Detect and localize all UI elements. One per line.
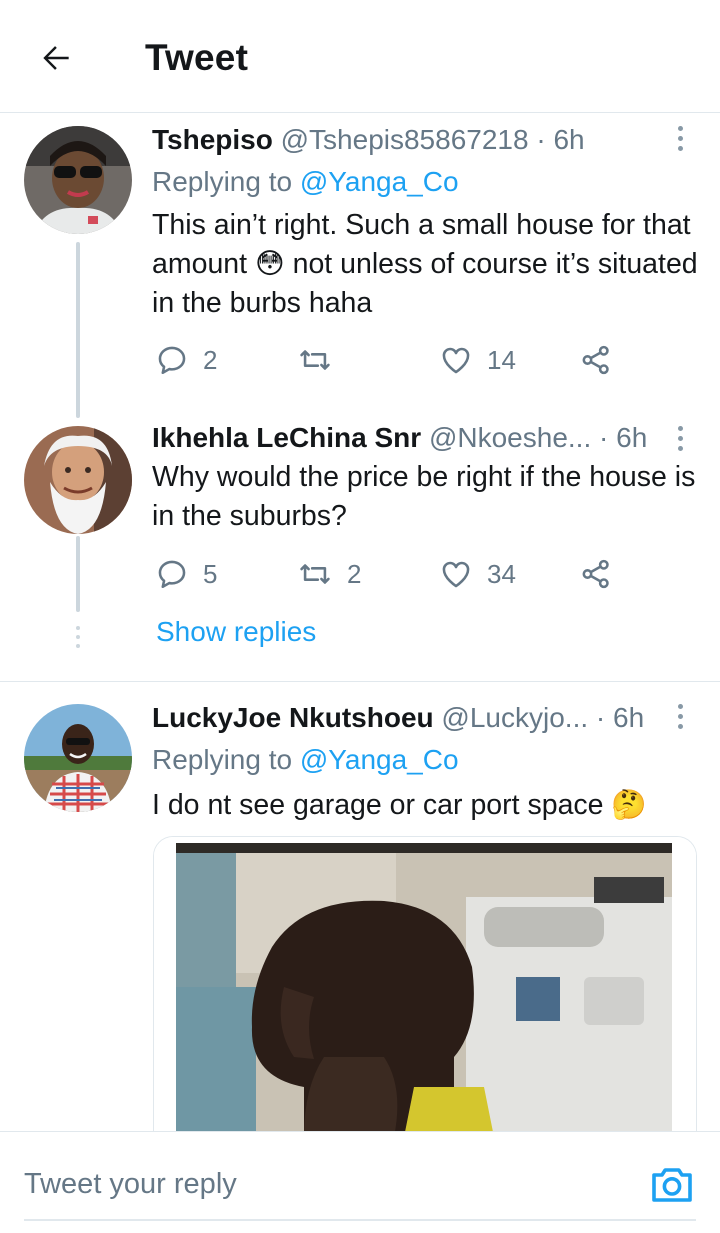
- user-handle[interactable]: @Tshepis85867218: [281, 124, 529, 155]
- like-button[interactable]: 14: [439, 340, 516, 380]
- thread-continuation-dots: [76, 626, 80, 648]
- timestamp: · 6h: [599, 422, 648, 453]
- tweet-text: This ain’t right. Such a small house for…: [152, 209, 698, 319]
- thread-line: [76, 242, 80, 418]
- reply-input[interactable]: Tweet your reply: [24, 1168, 237, 1201]
- tweet-header: Tshepiso @Tshepis85867218 · 6h: [152, 124, 585, 156]
- retweet-icon: [300, 350, 330, 370]
- avatar[interactable]: [24, 126, 132, 234]
- thread-line: [76, 536, 80, 612]
- like-count: 34: [487, 558, 516, 589]
- back-arrow-icon[interactable]: [34, 36, 78, 80]
- avatar[interactable]: [24, 426, 132, 534]
- display-name[interactable]: LuckyJoe Nkutshoeu: [152, 702, 434, 733]
- replying-label: Replying to: [152, 744, 293, 775]
- heart-icon: [442, 561, 470, 588]
- replying-to: Replying to @Yanga_Co: [152, 166, 459, 198]
- tweet-reply-2[interactable]: Ikhehla LeChina Snr @Nkoeshe... · 6h Why…: [0, 412, 720, 682]
- share-icon: [582, 559, 609, 589]
- avatar[interactable]: [24, 704, 132, 812]
- replying-label: Replying to: [152, 166, 293, 197]
- reply-icon: [158, 560, 186, 589]
- user-handle[interactable]: @Nkoeshe...: [429, 422, 591, 453]
- more-vertical-icon[interactable]: [666, 120, 694, 156]
- show-replies-link[interactable]: Show replies: [156, 616, 316, 648]
- heart-icon: [442, 347, 470, 374]
- top-bar: Tweet: [0, 0, 720, 113]
- reply-composer: Tweet your reply: [0, 1131, 720, 1233]
- share-icon: [582, 345, 609, 375]
- timestamp: · 6h: [595, 702, 645, 733]
- like-count: 14: [487, 344, 516, 375]
- tweet-header: LuckyJoe Nkutshoeu @Luckyjo... · 6h: [152, 702, 644, 734]
- replying-to: Replying to @Yanga_Co: [152, 744, 459, 776]
- camera-icon[interactable]: [648, 1160, 696, 1208]
- more-vertical-icon[interactable]: [666, 698, 694, 734]
- more-vertical-icon[interactable]: [666, 420, 694, 456]
- tweet-text: Why would the price be right if the hous…: [152, 461, 696, 532]
- tweet-header: Ikhehla LeChina Snr @Nkoeshe... · 6h: [152, 422, 647, 454]
- reply-count: 2: [203, 344, 218, 375]
- retweet-button[interactable]: [297, 340, 347, 380]
- retweet-button[interactable]: 2: [297, 554, 361, 594]
- reply-icon: [158, 346, 186, 375]
- share-button[interactable]: [579, 340, 613, 380]
- display-name[interactable]: Ikhehla LeChina Snr: [152, 422, 421, 453]
- display-name[interactable]: Tshepiso: [152, 124, 273, 155]
- tweet-media-image[interactable]: [153, 836, 697, 1137]
- tweet-actions: 5 2 34: [155, 554, 625, 594]
- reply-button[interactable]: 5: [155, 554, 217, 594]
- replying-handle-link[interactable]: @Yanga_Co: [300, 744, 459, 775]
- timestamp: · 6h: [536, 124, 585, 155]
- tweet-text: I do nt see garage or car port space 🤔: [152, 789, 647, 821]
- page-title: Tweet: [145, 37, 249, 78]
- tweet-reply-1[interactable]: Tshepiso @Tshepis85867218 · 6h Replying …: [0, 112, 720, 418]
- like-button[interactable]: 34: [439, 554, 516, 594]
- reply-button[interactable]: 2: [155, 340, 217, 380]
- composer-underline: [24, 1219, 696, 1221]
- retweet-count: 2: [347, 558, 362, 589]
- user-handle[interactable]: @Luckyjo...: [441, 702, 588, 733]
- reply-count: 5: [203, 558, 218, 589]
- share-button[interactable]: [579, 554, 613, 594]
- tweet-actions: 2 14: [155, 340, 625, 380]
- replying-handle-link[interactable]: @Yanga_Co: [300, 166, 459, 197]
- retweet-icon: [300, 564, 330, 584]
